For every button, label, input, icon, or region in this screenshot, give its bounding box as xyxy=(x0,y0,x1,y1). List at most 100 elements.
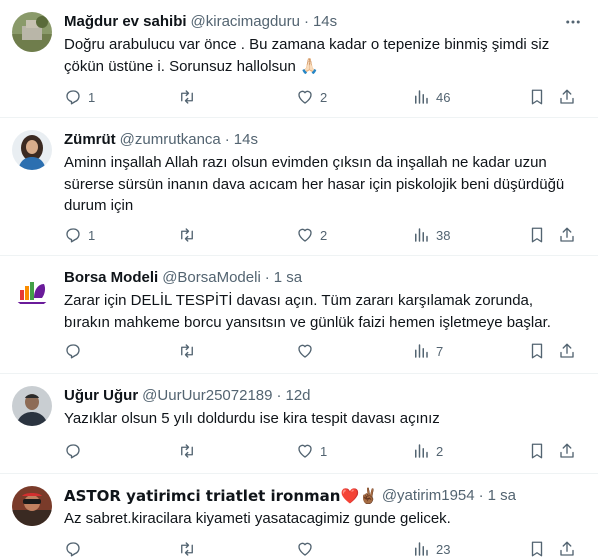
avatar[interactable] xyxy=(12,486,52,526)
share-button[interactable] xyxy=(558,340,576,362)
avatar[interactable] xyxy=(12,12,52,52)
views-count: 38 xyxy=(436,227,451,243)
author-handle[interactable]: @BorsaModeli xyxy=(162,267,261,289)
like-button[interactable]: 2 xyxy=(296,224,327,246)
share-icon xyxy=(560,541,574,556)
tweet[interactable]: Zümrüt @zumrutkanca · 14s Aminn inşallah… xyxy=(0,118,598,256)
reply-icon xyxy=(66,542,80,557)
author-name[interactable]: Zümrüt xyxy=(64,129,116,151)
timestamp[interactable]: 12d xyxy=(285,385,310,407)
share-icon xyxy=(560,89,574,104)
share-button[interactable] xyxy=(558,440,576,462)
author-handle[interactable]: @yatirim1954 xyxy=(382,485,475,507)
views-count: 23 xyxy=(436,541,451,557)
avatar[interactable] xyxy=(12,268,52,308)
bookmark-button[interactable] xyxy=(528,86,546,108)
bookmark-button[interactable] xyxy=(528,340,546,362)
reply-icon xyxy=(66,90,80,105)
author-handle[interactable]: @zumrutkanca xyxy=(120,129,221,151)
reply-button[interactable] xyxy=(64,538,88,559)
views-icon xyxy=(415,228,428,242)
tweet[interactable]: Borsa Modeli @BorsaModeli · 1 sa Zarar i… xyxy=(0,256,598,374)
tweet-text: Aminn inşallah Allah razı olsun evimden … xyxy=(64,154,565,214)
timestamp[interactable]: 1 sa xyxy=(488,485,516,507)
retweet-button[interactable] xyxy=(178,86,202,108)
reply-count: 1 xyxy=(88,89,96,105)
tweet-text: Yazıklar olsun 5 yılı doldurdu ise kira … xyxy=(64,410,440,427)
bookmark-button[interactable] xyxy=(528,440,546,462)
views-icon xyxy=(415,344,428,358)
timestamp[interactable]: 1 sa xyxy=(274,267,302,289)
retweet-button[interactable] xyxy=(178,538,202,559)
views-count: 2 xyxy=(436,443,444,459)
reply-count: 1 xyxy=(88,227,96,243)
like-button[interactable] xyxy=(296,340,320,362)
action-bar: 1 2 xyxy=(54,440,594,462)
retweet-button[interactable] xyxy=(178,224,202,246)
views-icon xyxy=(415,444,428,458)
like-icon xyxy=(298,542,312,556)
like-button[interactable]: 2 xyxy=(296,86,327,108)
share-icon xyxy=(560,343,574,358)
separator: · xyxy=(303,13,309,30)
timestamp[interactable]: 14s xyxy=(313,11,337,33)
like-icon xyxy=(298,444,312,458)
share-icon xyxy=(560,227,574,242)
bookmark-icon xyxy=(531,443,543,459)
reply-icon xyxy=(66,444,80,459)
like-button[interactable] xyxy=(296,538,320,559)
author-handle[interactable]: @kiracimagduru xyxy=(191,11,300,33)
avatar[interactable] xyxy=(12,130,52,170)
bookmark-icon xyxy=(531,541,543,557)
share-button[interactable] xyxy=(558,86,576,108)
bookmark-icon xyxy=(531,89,543,105)
like-icon xyxy=(298,90,312,104)
like-button[interactable]: 1 xyxy=(296,440,327,462)
bookmark-button[interactable] xyxy=(528,538,546,559)
like-count: 2 xyxy=(320,227,328,243)
retweet-icon xyxy=(181,444,193,458)
action-bar: 1 2 38 xyxy=(54,224,594,246)
more-icon[interactable] xyxy=(564,13,582,31)
tweet[interactable]: ASTOR yatirimci triatlet ironman❤️✌🏾 @ya… xyxy=(0,474,598,559)
views-button[interactable]: 7 xyxy=(412,340,443,362)
separator: · xyxy=(276,387,282,404)
like-count: 1 xyxy=(320,443,328,459)
share-button[interactable] xyxy=(558,224,576,246)
views-icon xyxy=(415,90,428,104)
action-bar: 23 xyxy=(54,538,594,559)
reply-button[interactable] xyxy=(64,440,88,462)
tweet[interactable]: Uğur Uğur @UurUur25072189 · 12d Yazıklar… xyxy=(0,374,598,474)
like-icon xyxy=(298,228,312,242)
author-name[interactable]: Uğur Uğur xyxy=(64,385,138,407)
bookmark-icon xyxy=(531,343,543,359)
author-name[interactable]: Borsa Modeli xyxy=(64,267,158,289)
separator: · xyxy=(264,269,270,286)
reply-button[interactable]: 1 xyxy=(64,86,95,108)
views-count: 46 xyxy=(436,89,451,105)
retweet-icon xyxy=(181,542,193,556)
avatar[interactable] xyxy=(12,386,52,426)
views-button[interactable]: 46 xyxy=(412,86,450,108)
share-icon xyxy=(560,443,574,458)
share-button[interactable] xyxy=(558,538,576,559)
views-button[interactable]: 2 xyxy=(412,440,443,462)
views-button[interactable]: 38 xyxy=(412,224,450,246)
reply-button[interactable] xyxy=(64,340,88,362)
retweet-button[interactable] xyxy=(178,340,202,362)
views-button[interactable]: 23 xyxy=(412,538,450,559)
views-icon xyxy=(415,542,428,556)
timestamp[interactable]: 14s xyxy=(234,129,258,151)
reply-button[interactable]: 1 xyxy=(64,224,95,246)
tweet-text: Zarar için DELİL TESPİTİ davası açın. Tü… xyxy=(64,292,551,331)
author-handle[interactable]: @UurUur25072189 xyxy=(142,385,272,407)
author-name[interactable]: Mağdur ev sahibi xyxy=(64,11,187,33)
views-count: 7 xyxy=(436,343,444,359)
retweet-icon xyxy=(181,344,193,358)
tweet-text: Doğru arabulucu var önce . Bu zamana kad… xyxy=(64,36,550,75)
tweet[interactable]: Mağdur ev sahibi @kiracimagduru · 14s Do… xyxy=(0,0,598,118)
retweet-button[interactable] xyxy=(178,440,202,462)
action-bar: 1 2 46 xyxy=(54,86,594,108)
author-name[interactable]: ASTOR yatirimci triatlet ironman❤️✌🏾 xyxy=(64,485,378,507)
bookmark-button[interactable] xyxy=(528,224,546,246)
